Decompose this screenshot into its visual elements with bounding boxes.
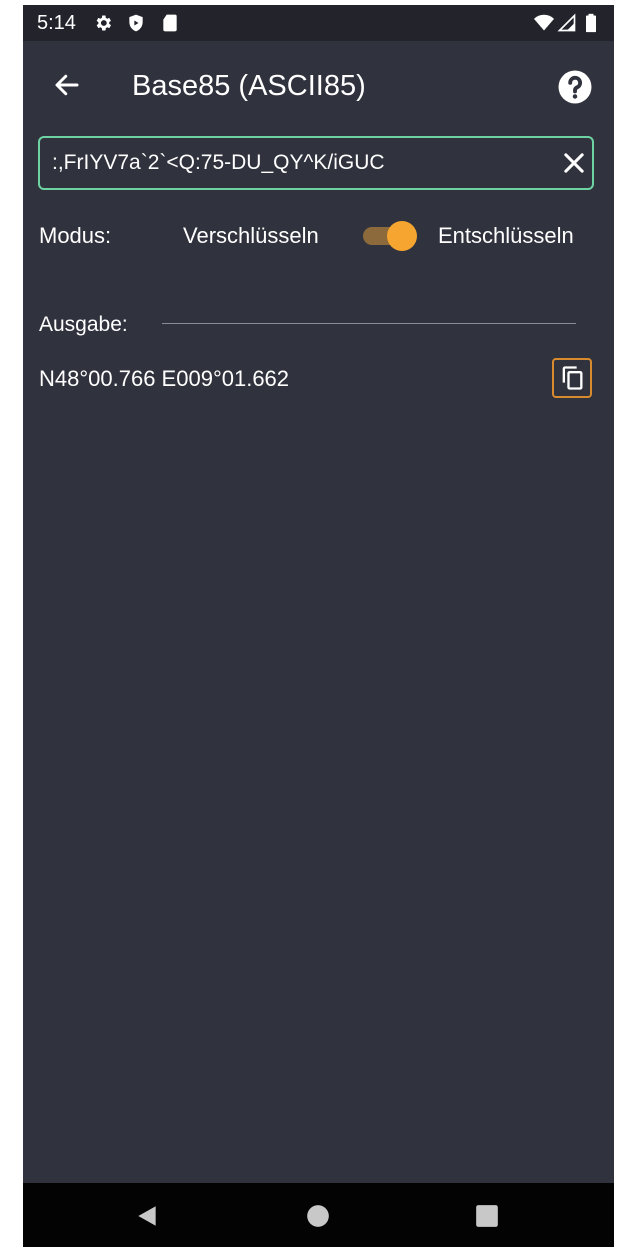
signal-icon bbox=[557, 13, 576, 32]
settings-icon bbox=[96, 15, 111, 31]
help-circle-icon[interactable] bbox=[557, 69, 593, 105]
output-value: N48°00.766 E009°01.662 bbox=[39, 366, 290, 391]
app-bar: Base85 (ASCII85) bbox=[23, 41, 614, 131]
battery-icon bbox=[586, 13, 596, 33]
nav-back-icon[interactable] bbox=[134, 1203, 160, 1229]
phone-screen: 5:14 Base85 (ASCII85):,FrIYV7a`2`<Q:75-… bbox=[23, 5, 614, 1247]
base85-input[interactable] bbox=[52, 138, 552, 188]
toggle-thumb bbox=[387, 221, 417, 251]
sd-card-icon bbox=[163, 14, 177, 32]
nav-recents-icon[interactable] bbox=[474, 1203, 500, 1229]
nav-home-icon[interactable] bbox=[305, 1203, 331, 1229]
navigation-bar bbox=[23, 1183, 614, 1247]
back-button[interactable] bbox=[47, 65, 87, 105]
wifi-icon bbox=[534, 14, 554, 31]
page-title: Base85 (ASCII85) bbox=[132, 70, 366, 102]
output-divider bbox=[162, 323, 576, 324]
output-label: Ausgabe: bbox=[39, 313, 128, 336]
mode-encrypt-label[interactable]: Verschlüsseln bbox=[183, 223, 319, 249]
base85-input-container bbox=[38, 136, 594, 190]
status-bar: 5:14 bbox=[23, 5, 614, 41]
copy-button[interactable] bbox=[552, 358, 592, 398]
mode-decrypt-label[interactable]: Entschlüsseln bbox=[438, 223, 574, 249]
arrow-left-icon bbox=[55, 74, 79, 96]
copy-icon bbox=[562, 366, 583, 390]
close-icon[interactable] bbox=[560, 149, 588, 177]
mode-toggle[interactable] bbox=[363, 221, 417, 251]
status-time: 5:14 bbox=[37, 12, 76, 34]
mode-label: Modus: bbox=[39, 223, 112, 248]
shield-icon bbox=[129, 14, 143, 32]
